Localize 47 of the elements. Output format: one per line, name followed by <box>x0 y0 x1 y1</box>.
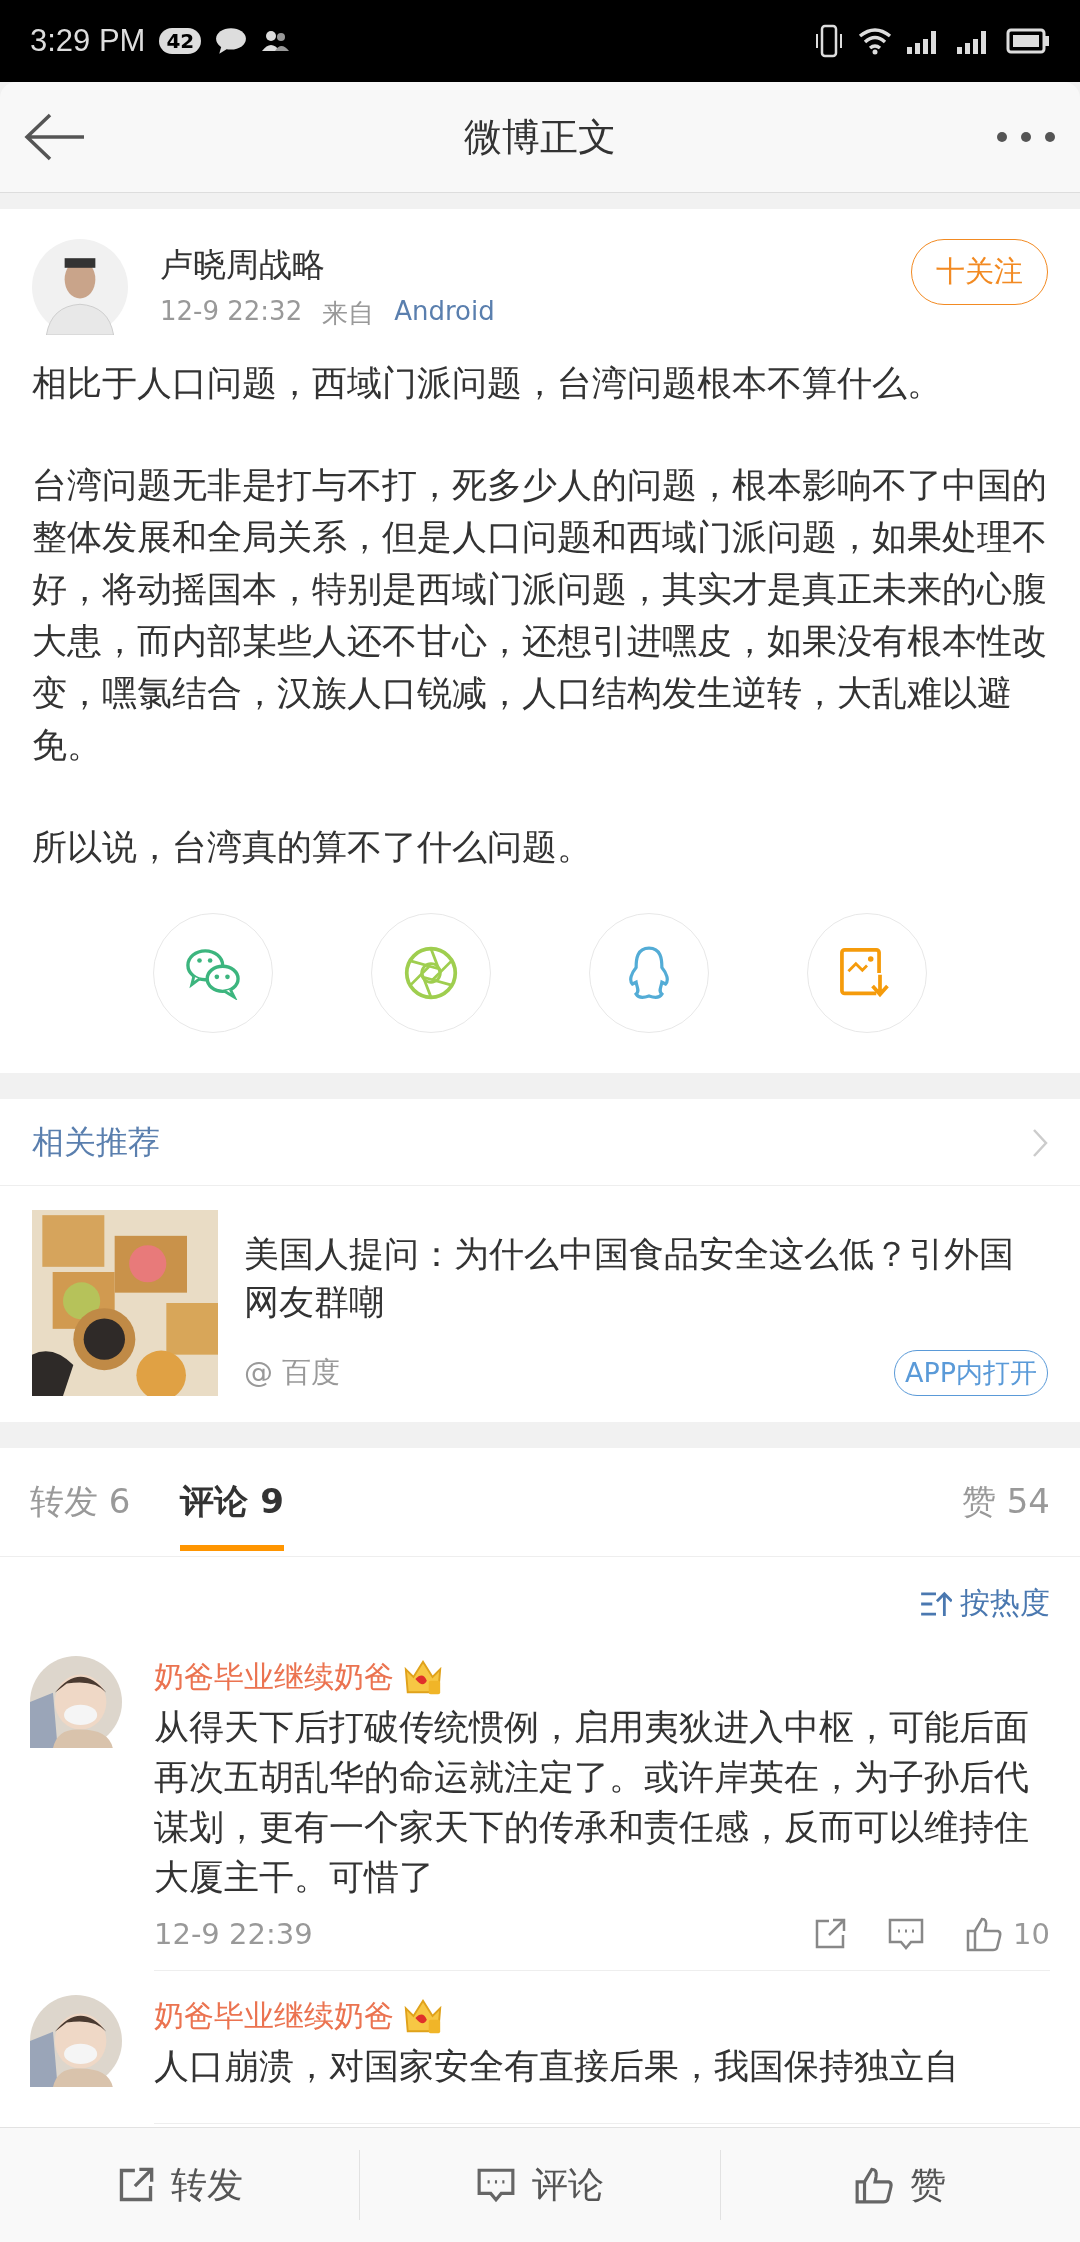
post-time: 12-9 22:32 <box>160 296 303 328</box>
more-button[interactable] <box>996 131 1056 143</box>
tab[interactable]: 评论 9 <box>180 1453 284 1551</box>
notification-badge: 42 <box>159 28 202 54</box>
chat-bubbles-icon <box>184 946 242 1000</box>
author-name[interactable]: 卢晓周战略 <box>160 239 879 288</box>
people-icon <box>261 29 292 53</box>
vibrate-icon <box>814 24 844 58</box>
follow-button[interactable]: 十关注 <box>911 239 1048 305</box>
related-title: 相关推荐 <box>32 1122 160 1163</box>
likes-tab[interactable]: 赞 54 <box>961 1453 1050 1551</box>
aperture-icon <box>403 945 459 1001</box>
thumbs-up-icon <box>854 2166 895 2204</box>
post-paragraph: 台湾问题无非是打与不打，死多少人的问题，根本影响不了中国的整体发展和全局关系，但是人口问题和西域门派问题，如果处理不好，将动摇国本，特别是西域门派问题，其实才是真正未来的心腹大患，而内部某些人还不甘心，还想引进嘿皮，如果没有根本性改变，嘿氯结合，汉族人口锐减，人口结构发生逆转，大乱难以避免。 <box>32 464 1048 767</box>
back-arrow-icon <box>24 112 86 162</box>
battery-icon <box>1006 28 1050 54</box>
page-title: 微博正文 <box>464 113 616 161</box>
like-button[interactable]: 赞 <box>720 2150 1080 2220</box>
commenter-name[interactable]: 奶爸毕业继续奶爸 <box>154 1656 394 1698</box>
sort-button[interactable]: 按热度 <box>920 1583 1050 1624</box>
comment-icon <box>476 2167 516 2203</box>
back-button[interactable] <box>24 112 86 162</box>
article-source: @ 百度 <box>244 1354 341 1391</box>
article-headline: 美国人提问：为什么中国食品安全这么低？引外国网友群嘲 <box>244 1233 1015 1324</box>
tab[interactable]: 转发 6 <box>30 1453 131 1551</box>
thumbs-up-icon[interactable] <box>965 1916 1004 1952</box>
comment-icon[interactable] <box>887 1917 926 1951</box>
commenter-name[interactable]: 奶爸毕业继续奶爸 <box>154 1995 394 2037</box>
comment-text: 从得天下后打破传统惯例，启用夷狄进入中枢，可能后面再次五胡乱华的命运就注定了。或许岸英在，为子孙后代谋划，更有一个家天下的传承和责任感，反而可以维持住大厦主干。可惜了 <box>154 1706 1030 1899</box>
post-paragraph: 所以说，台湾真的算不了什么问题。 <box>32 826 593 869</box>
chat-bubble-icon <box>215 27 248 55</box>
more-icon <box>996 131 1056 143</box>
source-label: 来自 <box>322 297 375 330</box>
like-count: 10 <box>1013 1917 1050 1951</box>
wifi-icon <box>858 27 892 55</box>
penguin-icon <box>626 945 672 1001</box>
share-icon[interactable] <box>813 1917 848 1951</box>
source-link[interactable]: Android <box>394 296 495 331</box>
comment-time: 12-9 22:39 <box>154 1917 313 1951</box>
sort-icon <box>920 1590 952 1617</box>
open-in-app-button[interactable]: APP内打开 <box>893 1350 1048 1396</box>
status-time: 3:29 PM <box>30 23 146 59</box>
comment-button[interactable]: 评论 <box>360 2150 721 2220</box>
post-paragraph: 相比于人口问题，西域门派问题，台湾问题根本不算什么。 <box>32 362 943 405</box>
recommended-article[interactable]: 美国人提问：为什么中国食品安全这么低？引外国网友群嘲 @ 百度 APP内打开 <box>0 1186 1080 1422</box>
repost-button[interactable]: 转发 <box>0 2150 361 2220</box>
comment-text: 人口崩溃，对国家安全有直接后果，我国保持独立自 <box>154 2045 960 2088</box>
